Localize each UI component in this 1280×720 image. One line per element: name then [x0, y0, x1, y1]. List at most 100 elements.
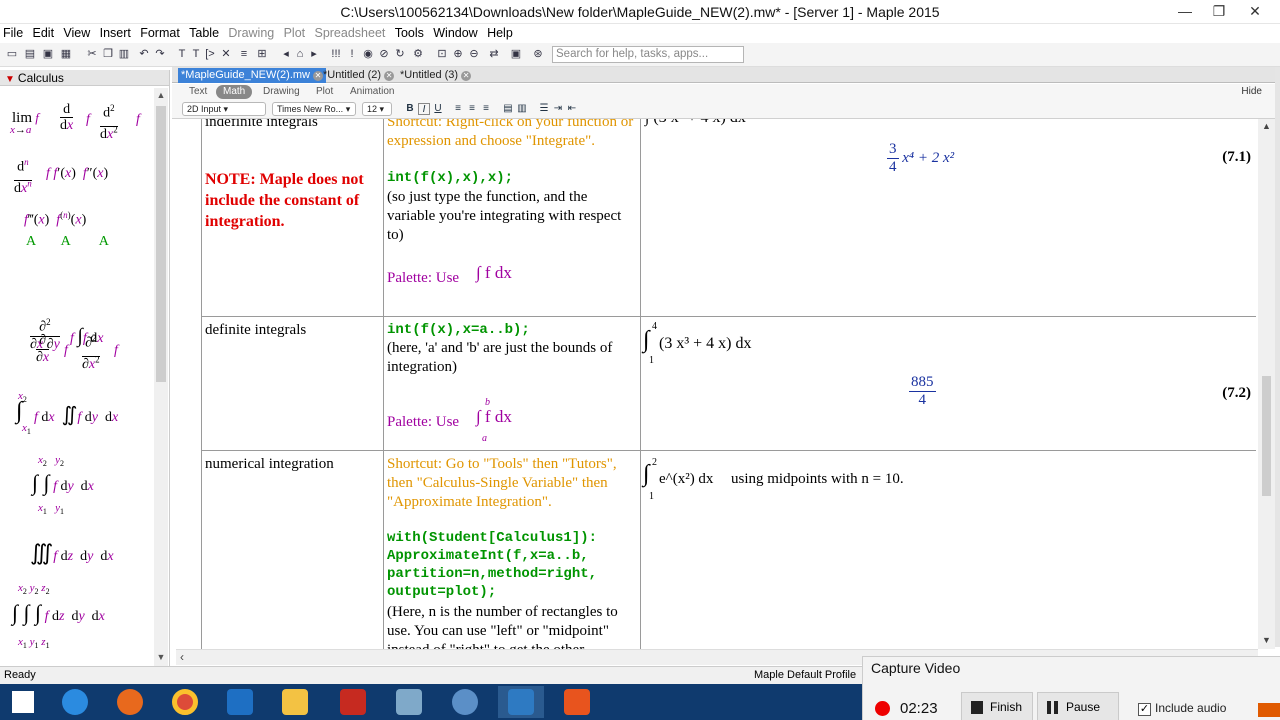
minimize-button[interactable]: — [1168, 0, 1202, 22]
settings-icon[interactable]: ⚙ [412, 48, 424, 60]
palette-nth-derivative[interactable]: dn dxn [14, 154, 32, 197]
menu-table[interactable]: Table [186, 24, 222, 40]
font-size-select[interactable]: 12 ▾ [362, 102, 392, 116]
palette-triple-prime[interactable]: f‴(x) f(n)(x) [24, 210, 86, 229]
menu-drawing[interactable]: Drawing [225, 24, 277, 40]
tab-untitled-3[interactable]: *Untitled (3) ✕ [397, 68, 474, 83]
status-profile[interactable]: Maple Default Profile [754, 669, 856, 681]
resize-icon[interactable]: ⇄ [488, 48, 500, 60]
table-icon[interactable]: ⊞ [256, 48, 268, 60]
align-center-icon[interactable]: ≡ [466, 103, 478, 115]
palette-triple-integral[interactable]: ∭f dz dy dx [30, 540, 114, 566]
copy-icon[interactable]: ❐ [102, 48, 114, 60]
browser-icon[interactable] [442, 686, 488, 718]
tab-untitled-2[interactable]: *Untitled (2) ✕ [320, 68, 397, 83]
firefox-icon[interactable] [107, 686, 153, 718]
mode-plot[interactable]: Plot [309, 85, 340, 99]
menu-help[interactable]: Help [484, 24, 516, 40]
section-icon[interactable]: ≡ [238, 48, 250, 60]
mode-animation[interactable]: Animation [343, 85, 401, 99]
zoom-in-icon[interactable]: ⊕ [452, 48, 464, 60]
align-left-icon[interactable]: ≡ [452, 103, 464, 115]
calculator-icon[interactable] [386, 686, 432, 718]
insert-math-icon[interactable]: T [190, 48, 202, 60]
align-right-icon[interactable]: ≡ [480, 103, 492, 115]
palette-scroll-thumb[interactable] [156, 106, 166, 382]
home-icon[interactable]: ⌂ [294, 48, 306, 60]
menu-insert[interactable]: Insert [97, 24, 134, 40]
palette-scroll-down-icon[interactable]: ▼ [154, 652, 168, 662]
highlight-icon[interactable]: ▥ [516, 103, 528, 115]
collapse-triangle-icon[interactable]: ▼ [5, 74, 15, 85]
zoom-out-icon[interactable]: ⊖ [468, 48, 480, 60]
open-folder-icon[interactable]: ▤ [24, 48, 36, 60]
palette-triple-definite[interactable]: ∫ ∫ ∫ f dz dy dx [12, 600, 105, 626]
palette-dot-notation[interactable]: A A A [26, 234, 109, 250]
chrome-icon[interactable] [162, 686, 208, 718]
redo-icon[interactable]: ↷ [154, 48, 166, 60]
scroll-thumb[interactable] [1262, 376, 1271, 496]
palette-derivative[interactable]: d dx [60, 102, 74, 134]
palette-scroll-up-icon[interactable]: ▲ [154, 90, 168, 100]
search-input[interactable]: Search for help, tasks, apps... [552, 46, 744, 63]
execute-all-icon[interactable]: ! [346, 48, 358, 60]
document-vertical-scrollbar[interactable]: ▲ ▼ [1258, 119, 1275, 649]
insert-text-icon[interactable]: T [176, 48, 188, 60]
mode-text[interactable]: Text [182, 85, 214, 99]
bold-button[interactable]: B [404, 103, 416, 115]
zoom-100-icon[interactable]: ⊡ [436, 48, 448, 60]
hide-button[interactable]: Hide [1241, 86, 1262, 97]
tab-close-icon[interactable]: ✕ [461, 71, 472, 81]
start-button[interactable] [0, 686, 46, 718]
stop-icon[interactable]: ◉ [362, 48, 374, 60]
acrobat-icon[interactable] [330, 686, 376, 718]
save-icon[interactable]: ▣ [42, 48, 54, 60]
input-mode-select[interactable]: 2D Input ▾ [182, 102, 266, 116]
forward-icon[interactable]: ▸ [308, 48, 320, 60]
palette-prime[interactable]: f f′(x) f″(x) [46, 166, 108, 182]
font-select[interactable]: Times New Ro... ▾ [272, 102, 356, 116]
scroll-up-icon[interactable]: ▲ [1258, 121, 1275, 131]
underline-button[interactable]: U [432, 103, 444, 115]
pause-button[interactable]: Pause [1037, 692, 1119, 720]
bullet-list-icon[interactable]: ☰ [538, 103, 550, 115]
menu-window[interactable]: Window [430, 24, 480, 40]
close-button[interactable]: ✕ [1238, 0, 1272, 22]
menu-tools[interactable]: Tools [392, 24, 427, 40]
scroll-down-icon[interactable]: ▼ [1258, 635, 1275, 645]
print-icon[interactable]: ▦ [60, 48, 72, 60]
maple-taskbar-icon[interactable] [498, 686, 544, 718]
worksheet-icon[interactable]: ▣ [510, 48, 522, 60]
outlook-icon[interactable] [217, 686, 263, 718]
outdent-icon[interactable]: ⇤ [566, 103, 578, 115]
palette-second-derivative[interactable]: d2 dx2 [100, 100, 118, 143]
palette-indefinite-integral[interactable]: f ∫f dx [70, 325, 103, 348]
palette-header[interactable]: ▼ Calculus [0, 70, 169, 86]
paste-icon[interactable]: ▥ [118, 48, 130, 60]
tab-close-icon[interactable]: ✕ [384, 71, 395, 81]
maximize-button[interactable]: ❐ [1202, 0, 1236, 22]
palette-definite-integral[interactable]: ∫ [16, 398, 23, 425]
mode-drawing[interactable]: Drawing [256, 85, 307, 99]
restart-icon[interactable]: ↻ [394, 48, 406, 60]
palette-mixed-partial[interactable]: ∂2 ∂x ∂y [30, 314, 60, 353]
menu-view[interactable]: View [60, 24, 93, 40]
indent-icon[interactable]: ⇥ [552, 103, 564, 115]
palette-scrollbar[interactable]: ▲ ▼ [154, 88, 168, 666]
italic-button[interactable]: I [418, 103, 430, 115]
menu-file[interactable]: File [0, 24, 26, 40]
palette-double-integral[interactable]: ∫ ∫ f dy dx [32, 470, 94, 496]
text-color-icon[interactable]: ▤ [502, 103, 514, 115]
cut-icon[interactable]: ✂ [86, 48, 98, 60]
insert-prompt-icon[interactable]: [> [204, 48, 216, 60]
back-icon[interactable]: ◂ [280, 48, 292, 60]
internet-explorer-icon[interactable] [52, 686, 98, 718]
undo-icon[interactable]: ↶ [138, 48, 150, 60]
recorder-icon[interactable] [554, 686, 600, 718]
scroll-left-icon[interactable]: ‹ [180, 650, 184, 664]
include-audio-checkbox[interactable]: ✓ [1138, 703, 1151, 716]
execute-icon[interactable]: !!! [330, 48, 342, 60]
window-scrollbar[interactable] [1275, 67, 1280, 647]
tab-mapleguide[interactable]: *MapleGuide_NEW(2).mw ✕ [178, 68, 326, 83]
menu-edit[interactable]: Edit [30, 24, 58, 40]
